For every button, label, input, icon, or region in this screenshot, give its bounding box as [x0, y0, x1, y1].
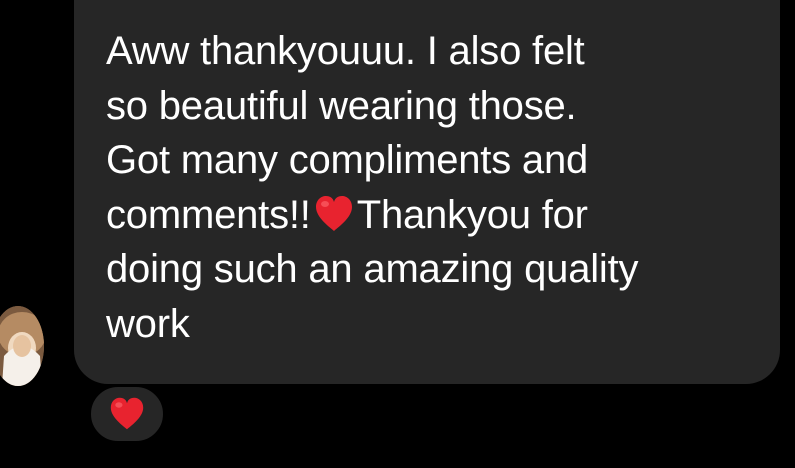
message-line: doing such an amazing quality	[106, 247, 639, 291]
message-text: Aww thankyouuu. I also felt so beautiful…	[106, 24, 750, 351]
sender-avatar[interactable]	[0, 306, 44, 386]
message-line: Thankyou for	[356, 192, 588, 237]
message-line: work	[106, 301, 190, 346]
avatar-photo	[0, 306, 44, 386]
message-bubble[interactable]: Aww thankyouuu. I also felt so beautiful…	[74, 0, 780, 384]
reaction-badge[interactable]	[88, 384, 166, 444]
message-line: so beautiful wearing those.	[106, 83, 577, 128]
chat-screen: Aww thankyouuu. I also felt so beautiful…	[0, 0, 795, 468]
red-heart-icon	[110, 397, 144, 430]
message-line: Aww thankyouuu. I also felt	[106, 29, 585, 73]
red-heart-icon	[313, 194, 355, 234]
message-line: Got many compliments and	[106, 138, 589, 182]
message-line: comments!!	[106, 192, 311, 237]
